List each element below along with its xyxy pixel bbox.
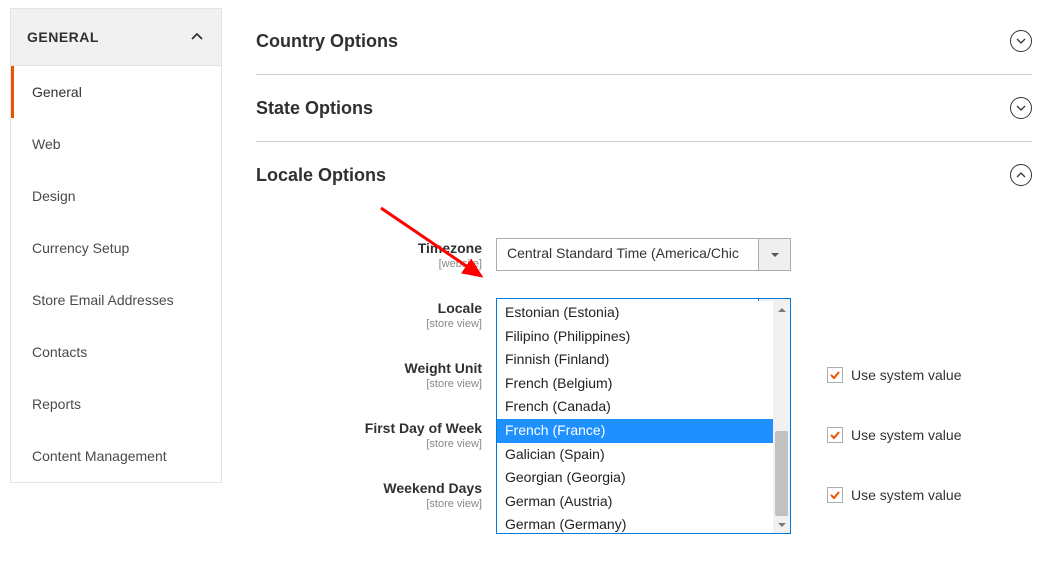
weight-unit-use-system-checkbox[interactable]: [827, 367, 843, 383]
use-system-label: Use system value: [851, 487, 961, 503]
weight-unit-scope: [store view]: [256, 378, 482, 390]
scroll-down-icon[interactable]: [773, 516, 790, 533]
sidebar-item-reports[interactable]: Reports: [11, 378, 221, 430]
timezone-scope: [website]: [256, 258, 482, 270]
expand-icon: [1010, 30, 1032, 52]
weekend-days-scope: [store view]: [256, 498, 482, 510]
dropdown-toggle-icon[interactable]: [758, 239, 790, 270]
sidebar-item-general[interactable]: General: [11, 66, 221, 118]
locale-option[interactable]: Finnish (Finland): [497, 348, 773, 372]
first-day-scope: [store view]: [256, 438, 482, 450]
scrollbar[interactable]: [773, 301, 790, 533]
locale-option[interactable]: German (Austria): [497, 490, 773, 514]
locale-option[interactable]: German (Germany): [497, 513, 773, 533]
section-title: Locale Options: [256, 165, 386, 186]
locale-option[interactable]: French (France): [497, 419, 773, 443]
locale-option[interactable]: Estonian (Estonia): [497, 301, 773, 325]
sidebar-group-general[interactable]: GENERAL: [10, 8, 222, 66]
locale-label: Locale: [438, 300, 482, 316]
sidebar-item-design[interactable]: Design: [11, 170, 221, 222]
use-system-label: Use system value: [851, 427, 961, 443]
locale-scope: [store view]: [256, 318, 482, 330]
locale-options-form: Timezone [website] Central Standard Time…: [256, 208, 1032, 516]
first-day-use-system-checkbox[interactable]: [827, 427, 843, 443]
scrollbar-thumb[interactable]: [775, 431, 788, 516]
section-locale-options[interactable]: Locale Options: [256, 142, 1032, 208]
timezone-select[interactable]: Central Standard Time (America/Chic: [496, 238, 791, 271]
section-country-options[interactable]: Country Options: [256, 8, 1032, 75]
sidebar-item-currency-setup[interactable]: Currency Setup: [11, 222, 221, 274]
section-title: State Options: [256, 98, 373, 119]
use-system-label: Use system value: [851, 367, 961, 383]
collapse-icon: [1010, 164, 1032, 186]
locale-option[interactable]: French (Canada): [497, 395, 773, 419]
sidebar-items: General Web Design Currency Setup Store …: [10, 66, 222, 483]
chevron-up-icon: [189, 29, 205, 45]
sidebar-group-label: GENERAL: [27, 29, 99, 45]
sidebar-item-contacts[interactable]: Contacts: [11, 326, 221, 378]
timezone-value: Central Standard Time (America/Chic: [497, 239, 758, 270]
scroll-up-icon[interactable]: [773, 301, 790, 318]
main-content: Country Options State Options Locale Opt…: [232, 0, 1056, 573]
first-day-label: First Day of Week: [365, 420, 482, 436]
locale-dropdown-list[interactable]: Estonian (Estonia)Filipino (Philippines)…: [496, 301, 791, 534]
weight-unit-label: Weight Unit: [404, 360, 482, 376]
sidebar-item-web[interactable]: Web: [11, 118, 221, 170]
sidebar-item-store-email[interactable]: Store Email Addresses: [11, 274, 221, 326]
sidebar-item-content-management[interactable]: Content Management: [11, 430, 221, 482]
locale-option[interactable]: Georgian (Georgia): [497, 466, 773, 490]
expand-icon: [1010, 97, 1032, 119]
timezone-label: Timezone: [418, 240, 482, 256]
weekend-use-system-checkbox[interactable]: [827, 487, 843, 503]
locale-option[interactable]: French (Belgium): [497, 372, 773, 396]
row-timezone: Timezone [website] Central Standard Time…: [256, 238, 1032, 276]
sidebar: GENERAL General Web Design Currency Setu…: [0, 0, 232, 573]
weekend-days-label: Weekend Days: [383, 480, 482, 496]
locale-option[interactable]: Galician (Spain): [497, 443, 773, 467]
section-title: Country Options: [256, 31, 398, 52]
locale-option[interactable]: Filipino (Philippines): [497, 325, 773, 349]
section-state-options[interactable]: State Options: [256, 75, 1032, 142]
